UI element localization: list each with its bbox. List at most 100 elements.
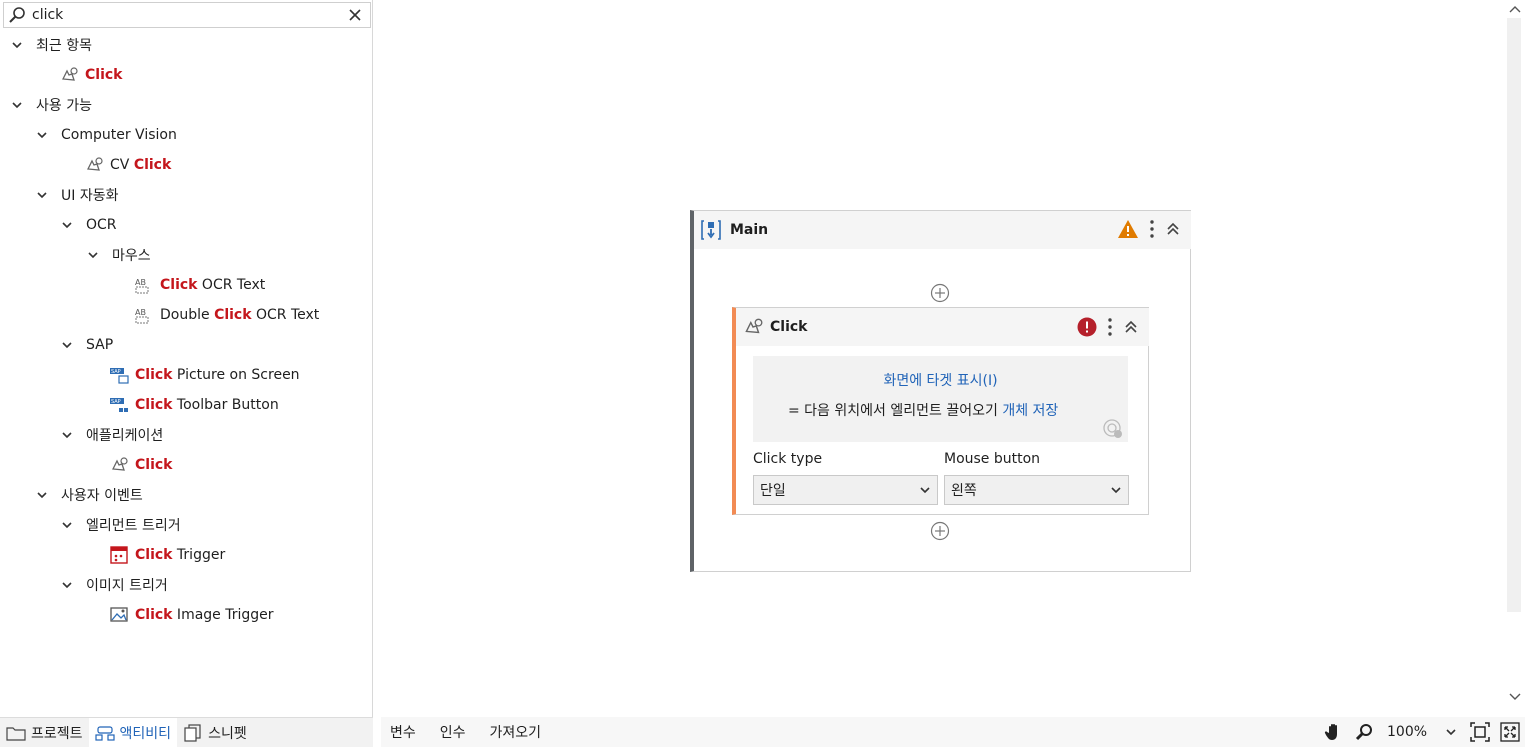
fit-to-screen-button[interactable] xyxy=(1465,717,1495,747)
fit-screen-icon xyxy=(1470,722,1490,742)
designer-bottom-bar: 변수 인수 가져오기 100% xyxy=(381,717,1525,747)
svg-text:AB: AB xyxy=(135,278,146,287)
tree-item-double-click-ocr-text[interactable]: AB Double Click OCR Text xyxy=(0,300,372,330)
tab-arguments[interactable]: 인수 xyxy=(431,722,475,742)
tab-project[interactable]: 프로젝트 xyxy=(0,718,89,748)
item-suffix: Picture on Screen xyxy=(172,367,300,383)
tree-node-application[interactable]: 애플리케이션 xyxy=(0,420,372,450)
collapse-icon[interactable] xyxy=(1123,319,1139,335)
add-activity-icon[interactable] xyxy=(930,521,950,541)
chevron-up-icon[interactable] xyxy=(1509,4,1521,14)
tree-node-element-trigger[interactable]: 엘리먼트 트리거 xyxy=(0,510,372,540)
tab-activities[interactable]: 액티비티 xyxy=(88,717,178,748)
ocr-text-icon: AB xyxy=(135,308,149,324)
sap-toolbar-icon: SAP xyxy=(110,398,128,412)
tree-node-computer-vision[interactable]: Computer Vision xyxy=(0,120,372,150)
tree-item-click-ocr-text[interactable]: AB Click OCR Text xyxy=(0,270,372,300)
main-title: Main xyxy=(730,222,769,238)
highlighted-text: Click xyxy=(135,397,173,413)
zoom-toolbar: 100% xyxy=(1319,717,1525,747)
click-activity-header[interactable]: Click xyxy=(736,308,1149,346)
tree-node-mouse[interactable]: 마우스 xyxy=(0,240,372,270)
chevron-down-icon xyxy=(62,432,72,439)
add-activity-icon[interactable] xyxy=(930,283,950,303)
item-suffix: Trigger xyxy=(172,547,226,563)
tree-node-label: SAP xyxy=(86,337,114,353)
click-type-label: Click type xyxy=(753,451,823,467)
object-repository-link[interactable]: 개체 저장 xyxy=(1002,403,1058,419)
error-icon[interactable] xyxy=(1077,317,1097,337)
click-activity-icon xyxy=(61,67,78,81)
chevron-down-icon[interactable] xyxy=(1509,692,1521,702)
tree-item-click-toolbar-button[interactable]: SAP Click Toolbar Button xyxy=(0,390,372,420)
target-area[interactable]: 화면에 타겟 표시(I) = 다음 위치에서 엘리먼트 끌어오기 개체 저장 xyxy=(753,356,1128,442)
tree-node-available[interactable]: 사용 가능 xyxy=(0,90,372,120)
show-target-link[interactable]: 화면에 타겟 표시(I) xyxy=(753,370,1128,390)
tree-node-label: 사용 가능 xyxy=(36,98,92,114)
ocr-text-icon: AB xyxy=(135,278,149,294)
mouse-button-select[interactable]: 왼쪽 xyxy=(944,475,1129,505)
tab-label: 액티비티 xyxy=(119,725,172,742)
chevron-down-icon xyxy=(88,252,98,259)
expand-icon xyxy=(1500,722,1520,742)
pan-tool[interactable] xyxy=(1319,717,1349,747)
click-activity[interactable]: Click 화면에 타겟 표시(I) = 다음 위치에서 엘리먼트 끌어오기 개… xyxy=(732,307,1149,515)
tree-node-label: 최근 항목 xyxy=(36,38,92,54)
magnifier-icon xyxy=(1355,724,1372,741)
tree-item-cv-click[interactable]: CV Click xyxy=(0,150,372,180)
chevron-down-icon xyxy=(12,102,22,109)
svg-text:SAP: SAP xyxy=(111,369,121,375)
zoom-level-select[interactable]: 100% xyxy=(1379,717,1465,747)
snippets-icon xyxy=(184,723,201,742)
trigger-icon xyxy=(110,546,128,564)
more-options-icon[interactable] xyxy=(1149,219,1155,239)
vertical-scrollbar[interactable] xyxy=(1505,0,1525,717)
tree-node-user-events[interactable]: 사용자 이벤트 xyxy=(0,480,372,510)
tree-node-sap[interactable]: SAP xyxy=(0,330,372,360)
tree-item-click-recent[interactable]: Click xyxy=(0,60,372,90)
search-input[interactable] xyxy=(32,5,332,25)
chevron-down-icon xyxy=(1446,729,1456,736)
close-icon[interactable] xyxy=(346,6,364,24)
chevron-down-icon xyxy=(1111,487,1121,494)
chevron-down-icon xyxy=(62,222,72,229)
main-header[interactable]: Main xyxy=(694,211,1191,249)
zoom-level-value: 100% xyxy=(1387,724,1428,740)
tab-label: 프로젝트 xyxy=(31,725,83,742)
target-icon[interactable] xyxy=(1102,418,1124,440)
tree-node-recent[interactable]: 최근 항목 xyxy=(0,30,372,60)
drag-element-text: = 다음 위치에서 엘리먼트 끌어오기 개체 저장 xyxy=(788,400,1058,420)
chevron-down-icon xyxy=(62,522,72,529)
click-type-select[interactable]: 단일 xyxy=(753,475,938,505)
collapse-icon[interactable] xyxy=(1165,221,1181,237)
item-suffix: OCR Text xyxy=(197,277,266,293)
tree-item-click-trigger[interactable]: Click Trigger xyxy=(0,540,372,570)
tree-item-app-click[interactable]: Click xyxy=(0,450,372,480)
tree-item-click-image-trigger[interactable]: Click Image Trigger xyxy=(0,600,372,630)
item-prefix: CV xyxy=(110,157,134,173)
mouse-button-label: Mouse button xyxy=(944,451,1041,467)
sap-picture-icon: SAP xyxy=(110,368,129,384)
tab-variables[interactable]: 변수 xyxy=(381,722,425,742)
tree-node-image-trigger[interactable]: 이미지 트리거 xyxy=(0,570,372,600)
tree-node-ocr[interactable]: OCR xyxy=(0,210,372,240)
click-type-value: 단일 xyxy=(760,483,786,499)
tree-node-label: Computer Vision xyxy=(61,127,177,143)
click-activity-title: Click xyxy=(770,319,808,335)
tree-node-label: 사용자 이벤트 xyxy=(61,488,143,504)
tab-imports[interactable]: 가져오기 xyxy=(481,722,551,742)
tree-item-click-picture-on-screen[interactable]: SAP Click Picture on Screen xyxy=(0,360,372,390)
svg-text:AB: AB xyxy=(135,308,146,317)
more-options-icon[interactable] xyxy=(1107,317,1113,337)
overview-button[interactable] xyxy=(1495,717,1525,747)
left-panel-tabs: 프로젝트 액티비티 스니펫 xyxy=(0,717,373,748)
tree-node-ui-automation[interactable]: UI 자동화 xyxy=(0,180,372,210)
tab-snippets[interactable]: 스니펫 xyxy=(177,718,253,748)
search-box[interactable] xyxy=(3,2,371,28)
tree-node-label: OCR xyxy=(86,217,117,233)
warning-icon[interactable] xyxy=(1117,219,1139,239)
svg-text:SAP: SAP xyxy=(111,399,121,405)
zoom-tool[interactable] xyxy=(1349,717,1379,747)
scrollbar-thumb[interactable] xyxy=(1507,18,1521,612)
item-suffix: Image Trigger xyxy=(172,607,274,623)
